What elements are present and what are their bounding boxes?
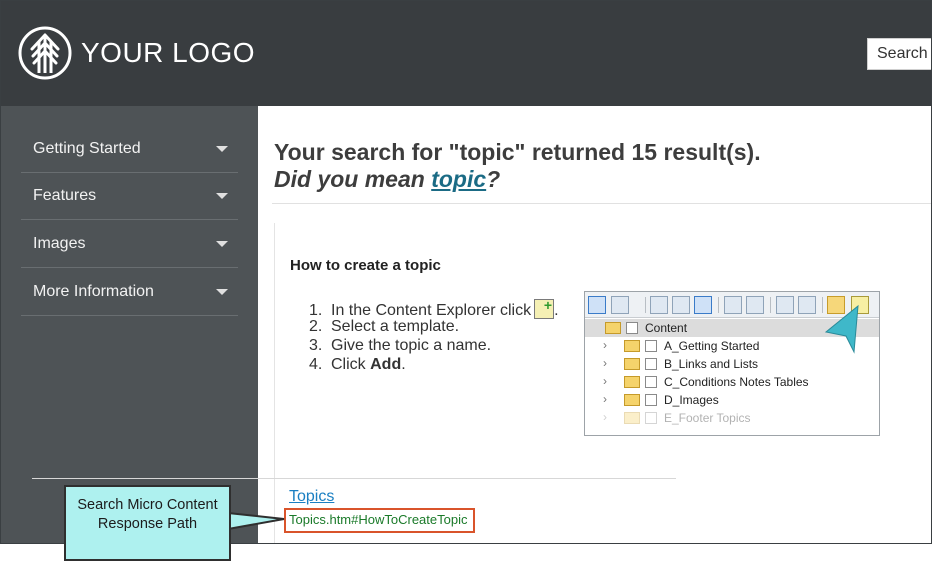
folder-icon — [624, 340, 640, 352]
checkbox-icon — [645, 340, 657, 352]
tree-label: E_Footer Topics — [664, 411, 751, 425]
chevron-right-icon: › — [603, 410, 607, 424]
sidebar-item-images[interactable]: Images — [21, 221, 238, 268]
annotation-text: Search Micro Content Response Path — [77, 497, 218, 532]
tree-label: C_Conditions Notes Tables — [664, 375, 809, 389]
tree-label: Content — [645, 321, 688, 335]
divider — [272, 203, 931, 204]
folder-icon — [605, 322, 621, 334]
sidebar-item-label: Features — [33, 187, 97, 204]
folder-icon — [624, 394, 640, 406]
toolbar-separator — [645, 297, 646, 313]
logo[interactable]: YOUR LOGO — [17, 25, 255, 81]
list-item: 2. Select a template. — [309, 318, 559, 337]
open-folder-icon — [588, 296, 606, 314]
did-you-mean-prefix: Did you mean — [274, 166, 432, 192]
browser-frame: YOUR LOGO Search Getting Started Feature… — [0, 0, 932, 544]
tree-label: D_Images — [664, 393, 719, 407]
step-trailing: . — [554, 302, 559, 319]
step-text: Give the topic a name. — [331, 337, 492, 354]
folder-icon — [624, 412, 640, 424]
list-item: 4. Click Add. — [309, 356, 559, 375]
checkbox-icon — [645, 358, 657, 370]
step-text: Select a template. — [331, 318, 460, 335]
tree-logo-icon — [18, 26, 72, 80]
sidebar-item-features[interactable]: Features — [21, 173, 238, 220]
checkbox-icon — [645, 376, 657, 388]
folder-icon — [624, 358, 640, 370]
sidebar-item-label: Images — [33, 235, 86, 252]
content-explorer-screenshot: Content › A_Getting Started › B_Links an… — [584, 291, 880, 436]
did-you-mean-suffix: ? — [486, 166, 501, 192]
collapse-all-icon — [672, 296, 690, 314]
chevron-right-icon: › — [603, 392, 607, 406]
sidebar-item-more-information[interactable]: More Information — [21, 269, 238, 316]
link-icon — [724, 296, 742, 314]
did-you-mean-link[interactable]: topic — [431, 166, 486, 192]
step-trailing: . — [401, 356, 406, 373]
did-you-mean: Did you mean topic? — [274, 166, 500, 193]
tree-label: A_Getting Started — [664, 339, 760, 353]
caret-down-icon[interactable] — [216, 146, 228, 152]
folder-icon — [624, 376, 640, 388]
tree-row: › D_Images — [585, 391, 879, 409]
tree-label: B_Links and Lists — [664, 357, 759, 371]
search-results-heading: Your search for "topic" returned 15 resu… — [274, 139, 761, 165]
micro-content-result: How to create a topic 1. In the Content E… — [274, 223, 931, 543]
chevron-right-icon: › — [603, 338, 607, 352]
sidebar-item-label: Getting Started — [33, 140, 141, 157]
step-bold: Add — [370, 356, 402, 373]
list-item: 3. Give the topic a name. — [309, 337, 559, 356]
toolbar-separator — [718, 297, 719, 313]
result-link[interactable]: Topics — [289, 488, 334, 506]
view-icon — [611, 296, 629, 314]
expand-all-icon — [650, 296, 668, 314]
divider — [32, 478, 676, 479]
caret-down-icon[interactable] — [216, 241, 228, 247]
caret-down-icon[interactable] — [216, 193, 228, 199]
logo-text: YOUR LOGO — [81, 37, 256, 68]
tiles-icon — [694, 296, 712, 314]
chevron-right-icon: › — [603, 374, 607, 388]
callout-pointer — [228, 511, 285, 531]
sidebar-item-label: More Information — [33, 283, 154, 300]
copy-icon — [776, 296, 794, 314]
caret-down-icon[interactable] — [216, 289, 228, 295]
response-path: Topics.htm#HowToCreateTopic — [284, 508, 475, 533]
callout-arrow-icon — [824, 304, 859, 354]
checkbox-icon — [645, 394, 657, 406]
header: YOUR LOGO Search — [1, 1, 931, 106]
refresh-icon — [746, 296, 764, 314]
sidebar-item-getting-started[interactable]: Getting Started — [21, 126, 238, 173]
step-number: 3. — [309, 337, 323, 354]
tree-row: › C_Conditions Notes Tables — [585, 373, 879, 391]
annotation-callout: Search Micro Content Response Path — [64, 485, 231, 561]
chevron-right-icon: › — [603, 356, 607, 370]
step-number: 2. — [309, 318, 323, 335]
paste-icon — [798, 296, 816, 314]
step-number: 4. — [309, 356, 323, 373]
step-text: In the Content Explorer click — [331, 302, 532, 319]
tree-row: › E_Footer Topics — [585, 409, 879, 427]
steps-list: 1.In the Content Explorer click. 2.Selec… — [309, 297, 559, 375]
toolbar-separator — [770, 297, 771, 313]
result-title: How to create a topic — [290, 257, 441, 274]
add-topic-icon — [534, 297, 555, 319]
step-text: Click — [331, 356, 371, 373]
list-item: 1.In the Content Explorer click. — [309, 297, 559, 319]
checkbox-icon — [645, 412, 657, 424]
checkbox-icon — [626, 322, 638, 334]
search-input[interactable]: Search — [867, 38, 931, 70]
